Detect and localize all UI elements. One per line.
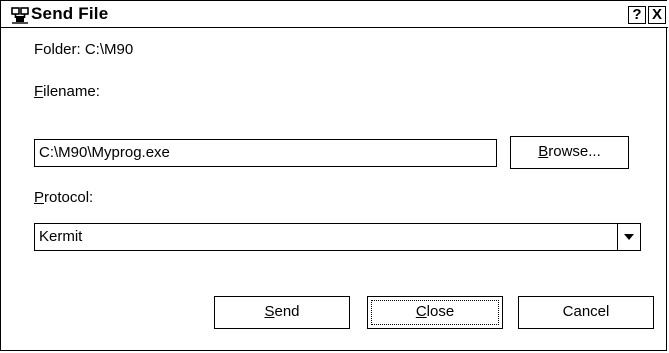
close-window-button[interactable]: X bbox=[648, 6, 666, 24]
send-label-rest: end bbox=[274, 303, 300, 320]
browse-label-rest: rowse... bbox=[548, 143, 601, 160]
filename-label-rest: ilename: bbox=[43, 83, 100, 100]
send-button[interactable]: Send bbox=[214, 296, 350, 329]
protocol-label-accel: P bbox=[34, 189, 45, 206]
close-button[interactable]: Close bbox=[367, 296, 503, 329]
window-title: Send File bbox=[31, 4, 109, 23]
dropdown-arrow-glyph bbox=[624, 234, 634, 240]
folder-label: Folder: C:\M90 bbox=[34, 41, 134, 58]
filename-input[interactable]: C:\M90\Myprog.exe bbox=[34, 139, 497, 167]
help-button[interactable]: ? bbox=[628, 6, 646, 24]
title-bar[interactable]: Send File ? X bbox=[1, 1, 668, 28]
protocol-selected-value: Kermit bbox=[39, 228, 83, 245]
cancel-button[interactable]: Cancel bbox=[518, 296, 654, 329]
filename-label: Filename: bbox=[34, 83, 100, 101]
filename-label-accel: F bbox=[34, 83, 44, 100]
protocol-label: Protocol: bbox=[34, 189, 93, 207]
browse-button[interactable]: Browse... bbox=[510, 136, 629, 169]
chevron-down-icon[interactable] bbox=[617, 224, 640, 250]
protocol-select[interactable]: Kermit bbox=[34, 223, 641, 251]
send-file-dialog: Send File ? X Folder: C:\M90 Filename: C… bbox=[0, 0, 668, 351]
network-icon bbox=[11, 7, 29, 24]
protocol-label-rest: rotocol: bbox=[44, 189, 94, 206]
send-accel: S bbox=[264, 303, 275, 320]
close-accel: C bbox=[415, 303, 427, 320]
close-label-rest: lose bbox=[426, 303, 455, 320]
browse-accel: B bbox=[538, 143, 549, 160]
